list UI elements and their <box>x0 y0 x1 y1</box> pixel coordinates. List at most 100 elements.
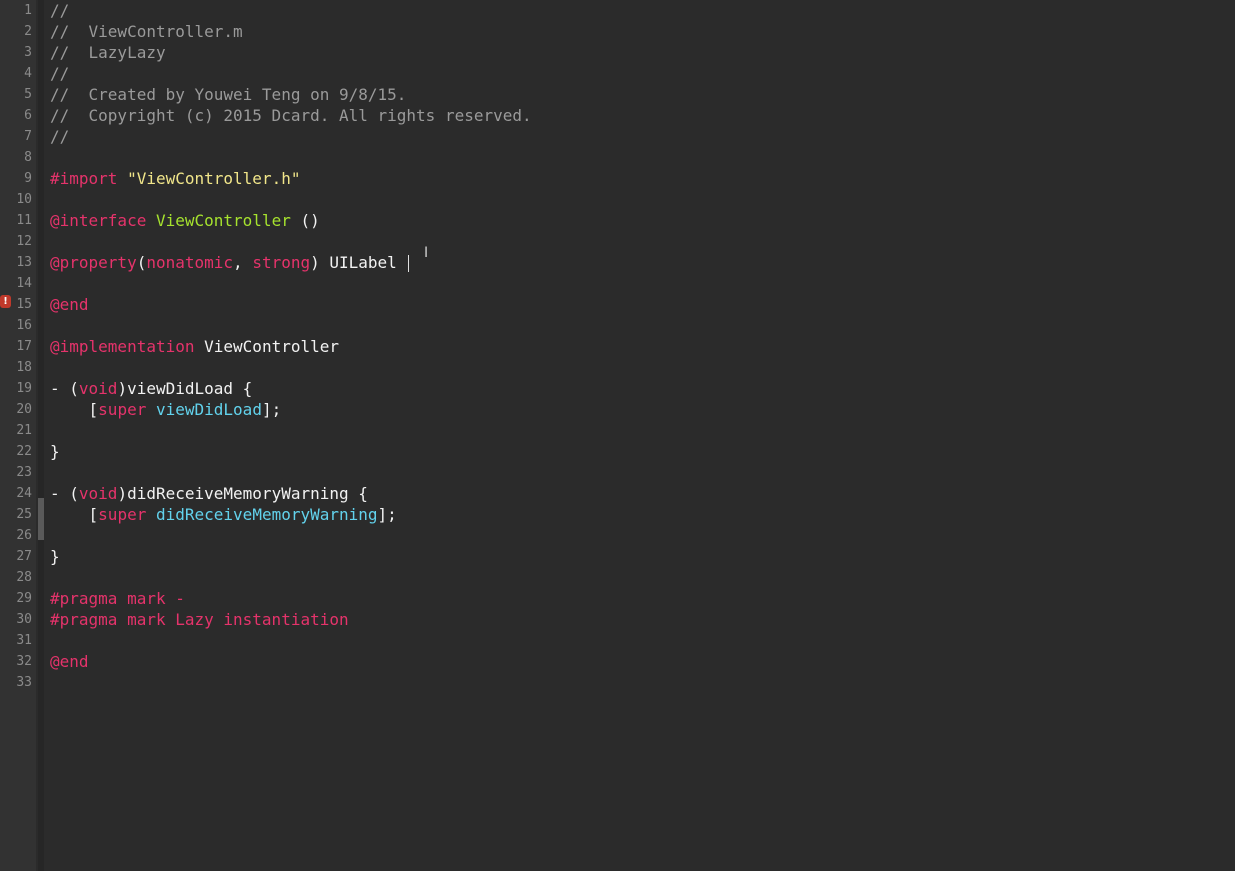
method-signature-memory-warning: )didReceiveMemoryWarning { <box>117 484 368 503</box>
code-line-4: // <box>50 64 70 83</box>
code-line-3: // LazyLazy <box>50 43 166 62</box>
line-number: 2 <box>24 24 32 39</box>
code-line-13: @property(nonatomic, strong) UILabel <box>50 252 532 273</box>
method-dash: - ( <box>50 379 79 398</box>
property-comma: , <box>233 253 253 272</box>
line-number: 19 <box>16 381 32 396</box>
void-type: void <box>78 484 118 503</box>
code-line-11: @interface ViewController () <box>50 210 532 231</box>
line-number: 8 <box>24 150 32 165</box>
line-number: 20 <box>16 402 32 417</box>
ibeam-cursor-icon: I <box>424 245 429 261</box>
line-number: 23 <box>16 465 32 480</box>
code-line-25: [super didReceiveMemoryWarning]; <box>50 504 532 525</box>
super-keyword: super <box>98 400 147 419</box>
line-number: 21 <box>16 423 32 438</box>
property-attr-nonatomic: nonatomic <box>146 253 234 272</box>
line-number: 28 <box>16 570 32 585</box>
change-indicator-bar <box>38 498 44 540</box>
void-type: void <box>78 379 118 398</box>
text-caret <box>407 255 409 272</box>
code-line-20: [super viewDidLoad]; <box>50 399 532 420</box>
code-editor[interactable]: 1 2 3 4 5 6 7 8 9 10 11 12 13 14 15 16 17 18 19 20 21 22 23 24 2… <box>0 0 1235 871</box>
line-number: 31 <box>16 633 32 648</box>
line-number: 26 <box>16 528 32 543</box>
line-number: 9 <box>24 171 32 186</box>
code-line-24: - (void)didReceiveMemoryWarning { <box>50 483 532 504</box>
code-line-22: } <box>50 442 60 461</box>
code-line-30: #pragma mark Lazy instantiation <box>50 610 349 629</box>
line-number: 25 <box>16 507 32 522</box>
line-number: 18 <box>16 360 32 375</box>
line-number: 6 <box>24 108 32 123</box>
property-paren-open: ( <box>136 253 147 272</box>
code-line-17: @implementation ViewController <box>50 336 532 357</box>
end-keyword: @end <box>50 652 89 671</box>
line-number: 27 <box>16 549 32 564</box>
method-call-memory-warning: didReceiveMemoryWarning <box>155 505 378 524</box>
code-line-15: @end <box>50 294 532 315</box>
line-number: 7 <box>24 129 32 144</box>
line-number: 29 <box>16 591 32 606</box>
line-number: 30 <box>16 612 32 627</box>
code-line-29: #pragma mark - <box>50 589 185 608</box>
line-number: 17 <box>16 339 32 354</box>
interface-category: () <box>290 211 320 230</box>
line-number: 22 <box>16 444 32 459</box>
line-number: 16 <box>16 318 32 333</box>
super-keyword: super <box>98 505 147 524</box>
code-line-9: #import "ViewController.h" <box>50 168 532 189</box>
interface-class-name: ViewController <box>155 211 291 230</box>
line-number: 32 <box>16 654 32 669</box>
line-number: 33 <box>16 675 32 690</box>
code-line-32: @end <box>50 651 532 672</box>
line-number: 24 <box>16 486 32 501</box>
method-signature-viewdidload: )viewDidLoad { <box>117 379 253 398</box>
line-number: 5 <box>24 87 32 102</box>
line-number: 14 <box>16 276 32 291</box>
property-type: UILabel <box>329 253 397 272</box>
end-keyword: @end <box>50 295 89 314</box>
line-number: 10 <box>16 192 32 207</box>
bracket-close: ]; <box>261 400 282 419</box>
code-line-5: // Created by Youwei Teng on 9/8/15. <box>50 85 407 104</box>
method-call-viewdidload: viewDidLoad <box>155 400 262 419</box>
gutter-separator <box>38 0 44 871</box>
line-number: 12 <box>16 234 32 249</box>
code-line-7: // <box>50 127 70 146</box>
code-area[interactable]: // // ViewController.m // LazyLazy // //… <box>50 0 532 693</box>
code-line-27: } <box>50 547 60 566</box>
error-badge-icon[interactable]: ! <box>0 295 11 308</box>
line-numbers: 1 2 3 4 5 6 7 8 9 10 11 12 13 14 15 16 17 18 19 20 21 22 23 24 2… <box>0 0 34 693</box>
line-number: 3 <box>24 45 32 60</box>
bracket-close: ]; <box>377 505 397 524</box>
implementation-keyword: @implementation <box>50 337 195 356</box>
line-number-gutter: 1 2 3 4 5 6 7 8 9 10 11 12 13 14 15 16 17 18 19 20 21 22 23 24 2… <box>0 0 36 871</box>
line-number: 1 <box>24 3 32 18</box>
bracket-open: [ <box>50 505 99 524</box>
code-line-2: // ViewController.m <box>50 22 243 41</box>
property-keyword: @property <box>50 253 137 272</box>
bracket-open: [ <box>50 400 99 419</box>
line-number: 4 <box>24 66 32 81</box>
import-string: "ViewController.h" <box>127 169 301 188</box>
line-number: 11 <box>16 213 32 228</box>
code-line-1: // <box>50 1 70 20</box>
code-line-6: // Copyright (c) 2015 Dcard. All rights … <box>50 106 532 125</box>
implementation-class-name: ViewController <box>204 337 339 356</box>
line-number: 13 <box>16 255 32 270</box>
import-directive: #import <box>50 169 118 188</box>
code-line-19: - (void)viewDidLoad { <box>50 378 532 399</box>
property-attr-strong: strong <box>252 253 311 272</box>
